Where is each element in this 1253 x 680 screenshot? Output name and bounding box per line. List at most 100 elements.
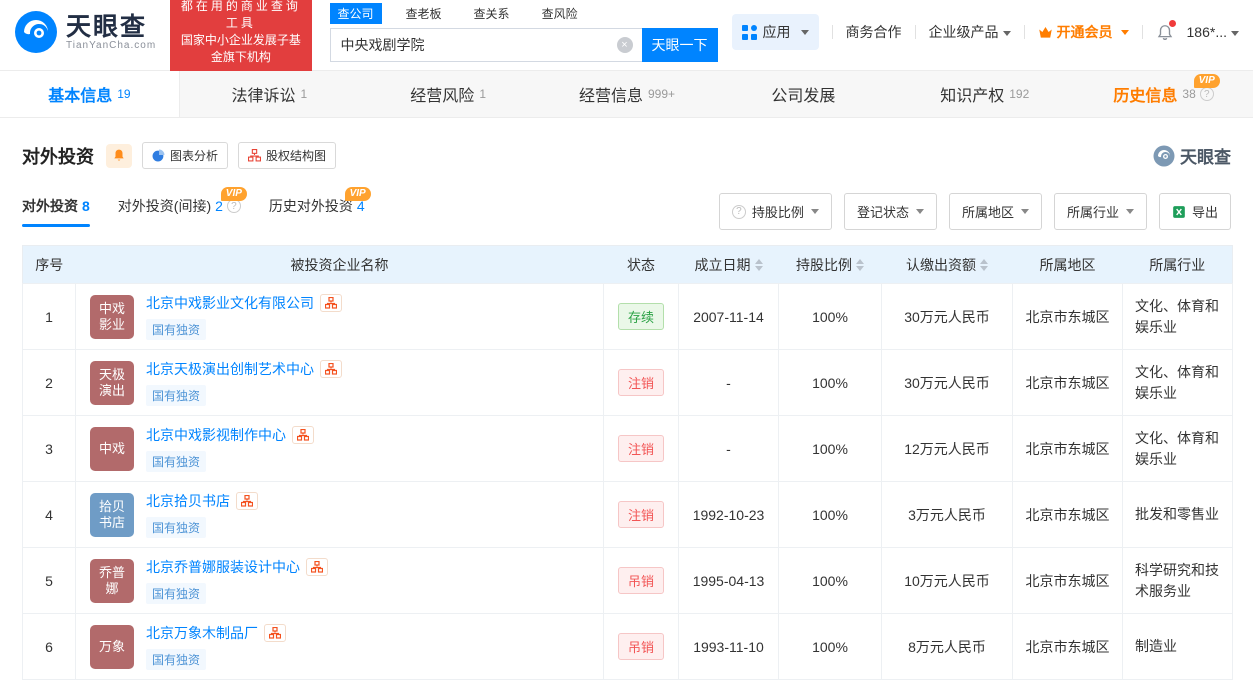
tab-count: 192 — [1009, 87, 1029, 101]
subtab-对外投资(间接)[interactable]: 对外投资(间接)2?VIP — [118, 196, 241, 227]
cell-ratio: 100% — [779, 284, 882, 350]
column-header-序号: 序号 — [23, 246, 76, 284]
org-chart-icon — [311, 561, 323, 573]
sort-down-arrow — [856, 266, 864, 271]
search-tab-查公司[interactable]: 查公司 — [330, 3, 382, 24]
cell-status: 注销 — [604, 416, 679, 482]
company-block: 拾贝书店北京拾贝书店国有独资 — [90, 491, 589, 538]
cell-ratio: 100% — [779, 548, 882, 614]
notifications-bell[interactable] — [1156, 23, 1174, 42]
company-name-link[interactable]: 北京万象木制品厂 — [146, 623, 258, 643]
company-name-link[interactable]: 北京天极演出创制艺术中心 — [146, 359, 314, 379]
column-header-inner: 所属地区 — [1040, 255, 1096, 275]
avatar-line: 乔普 — [99, 565, 125, 581]
filter-registration-status[interactable]: 登记状态 — [844, 193, 937, 230]
column-header-成立日期[interactable]: 成立日期 — [679, 246, 779, 284]
cell-status: 吊销 — [604, 614, 679, 680]
column-header-label: 序号 — [35, 255, 63, 275]
table-row: 5乔普娜北京乔普娜服装设计中心国有独资吊销1995-04-13100%10万元人… — [23, 548, 1233, 614]
column-header-label: 状态 — [627, 255, 655, 275]
status-badge: 吊销 — [618, 633, 664, 660]
user-account[interactable]: 186*... — [1187, 24, 1239, 40]
tab-count-wrap: 999+ — [648, 87, 675, 101]
equity-structure-button[interactable]: 股权结构图 — [238, 142, 336, 169]
cell-ratio: 100% — [779, 416, 882, 482]
export-button[interactable]: 导出 — [1159, 193, 1231, 230]
clear-search-icon[interactable]: × — [617, 37, 633, 53]
open-membership-button[interactable]: 开通会员 — [1038, 22, 1129, 42]
crown-icon — [1038, 25, 1053, 39]
company-name-link[interactable]: 北京中戏影视制作中心 — [146, 425, 286, 445]
company-name-line: 北京天极演出创制艺术中心 — [146, 359, 342, 379]
tab-经营风险[interactable]: 经营风险1 — [359, 71, 538, 117]
column-header-label: 被投资企业名称 — [291, 255, 389, 275]
org-chart-icon — [325, 363, 337, 375]
sort-icon[interactable] — [856, 259, 864, 271]
tab-label: 公司发展 — [771, 82, 835, 106]
company-info: 北京天极演出创制艺术中心国有独资 — [146, 359, 342, 406]
chart-analysis-button[interactable]: 图表分析 — [142, 142, 228, 169]
company-avatar: 中戏 — [90, 427, 134, 471]
subtab-历史对外投资[interactable]: 历史对外投资4VIP — [269, 196, 365, 227]
company-name-link[interactable]: 北京中戏影业文化有限公司 — [146, 293, 314, 313]
cell-company: 中戏影业北京中戏影业文化有限公司国有独资 — [76, 284, 604, 350]
company-name-link[interactable]: 北京乔普娜服装设计中心 — [146, 557, 300, 577]
column-header-inner: 成立日期 — [695, 255, 763, 275]
avatar-line: 书店 — [99, 515, 125, 531]
tab-count: 1 — [479, 87, 486, 101]
cell-index: 5 — [23, 548, 76, 614]
company-name-link[interactable]: 北京拾贝书店 — [146, 491, 230, 511]
monitor-bell-button[interactable] — [106, 144, 132, 168]
subtab-label: 对外投资(间接) — [118, 196, 211, 216]
apps-button[interactable]: 应用 — [732, 14, 819, 50]
filter-holding-ratio[interactable]: ? 持股比例 — [719, 193, 832, 230]
cell-date: 1993-11-10 — [679, 614, 779, 680]
avatar-line: 中戏 — [99, 441, 125, 457]
filter-industry[interactable]: 所属行业 — [1054, 193, 1147, 230]
tab-公司发展[interactable]: 公司发展 — [716, 71, 895, 117]
chevron-down-icon — [1231, 31, 1239, 36]
nav-business-cooperation[interactable]: 商务合作 — [846, 22, 902, 42]
column-header-持股比例[interactable]: 持股比例 — [779, 246, 882, 284]
help-icon: ? — [732, 205, 746, 219]
sort-icon[interactable] — [755, 259, 763, 271]
equity-structure-mini-button[interactable] — [320, 360, 342, 378]
vip-badge: VIP — [345, 187, 371, 201]
company-tag: 国有独资 — [146, 649, 206, 670]
column-header-认缴出资额[interactable]: 认缴出资额 — [882, 246, 1013, 284]
search-tab-查老板[interactable]: 查老板 — [398, 3, 450, 24]
apps-label: 应用 — [763, 22, 791, 42]
equity-structure-mini-button[interactable] — [320, 294, 342, 312]
cell-company: 乔普娜北京乔普娜服装设计中心国有独资 — [76, 548, 604, 614]
equity-structure-mini-button[interactable] — [264, 624, 286, 642]
avatar-line: 拾贝 — [99, 499, 125, 515]
tab-count-wrap: 38?VIP — [1182, 87, 1213, 101]
company-tab-bar: 基本信息19法律诉讼1经营风险1经营信息999+ 公司发展 知识产权192历史信息3… — [0, 70, 1253, 118]
investment-subtabs: 对外投资8 对外投资(间接)2?VIP 历史对外投资4VIP — [22, 196, 365, 227]
equity-structure-mini-button[interactable] — [236, 492, 258, 510]
subtab-对外投资[interactable]: 对外投资8 — [22, 196, 90, 227]
tab-法律诉讼[interactable]: 法律诉讼1 — [180, 71, 359, 117]
logo[interactable]: 天眼查 TianYanCha.com — [14, 10, 156, 54]
filter-region[interactable]: 所属地区 — [949, 193, 1042, 230]
column-header-inner: 被投资企业名称 — [291, 255, 389, 275]
cell-status: 存续 — [604, 284, 679, 350]
search-button[interactable]: 天眼一下 — [642, 28, 718, 62]
tab-基本信息[interactable]: 基本信息19 — [0, 71, 180, 117]
tab-知识产权[interactable]: 知识产权192 — [895, 71, 1074, 117]
search-input[interactable] — [330, 28, 642, 62]
sort-icon[interactable] — [980, 259, 988, 271]
investments-table: 序号被投资企业名称状态成立日期持股比例认缴出资额所属地区所属行业 1中戏影业北京… — [22, 245, 1233, 680]
tab-经营信息[interactable]: 经营信息999+ — [538, 71, 717, 117]
table-header-row: 序号被投资企业名称状态成立日期持股比例认缴出资额所属地区所属行业 — [23, 246, 1233, 284]
search-tab-查关系[interactable]: 查关系 — [466, 3, 518, 24]
search-tab-查风险[interactable]: 查风险 — [534, 3, 586, 24]
sort-up-arrow — [856, 259, 864, 264]
equity-structure-mini-button[interactable] — [292, 426, 314, 444]
cell-industry: 批发和零售业 — [1123, 482, 1233, 548]
company-info: 北京中戏影视制作中心国有独资 — [146, 425, 314, 472]
subtab-count-wrap: 2?VIP — [215, 198, 241, 214]
equity-structure-mini-button[interactable] — [306, 558, 328, 576]
tab-历史信息[interactable]: 历史信息38?VIP — [1074, 71, 1253, 117]
nav-enterprise-products[interactable]: 企业级产品 — [929, 22, 1011, 42]
